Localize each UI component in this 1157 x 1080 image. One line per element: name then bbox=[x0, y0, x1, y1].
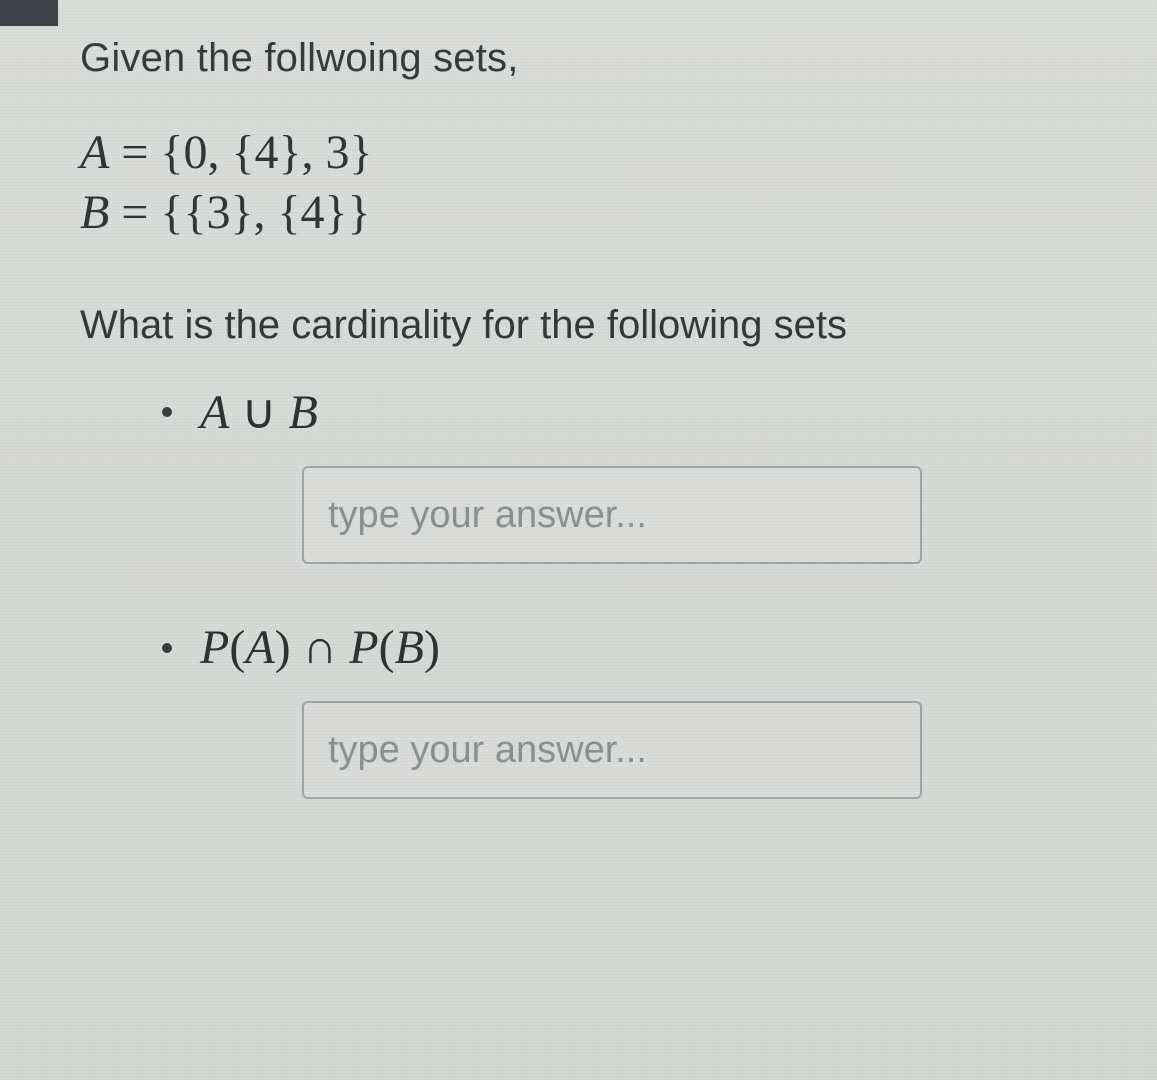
expr-pa-intersect-pb: P(A) ∩ P(B) bbox=[200, 620, 440, 675]
set-b-definition: B = {{3}, {4}} bbox=[80, 183, 1097, 243]
set-a-definition: A = {0, {4}, 3} bbox=[80, 123, 1097, 183]
question-subprompt: What is the cardinality for the followin… bbox=[80, 303, 1097, 348]
question-panel: Given the follwoing sets, A = {0, {4}, 3… bbox=[0, 0, 1157, 1080]
question-items: A ∪ B P(A) ∩ P(B) bbox=[80, 384, 1097, 799]
set-definitions: A = {0, {4}, 3} B = {{3}, {4}} bbox=[80, 123, 1097, 243]
bullet-icon bbox=[162, 643, 172, 653]
expr-a-union-b: A ∪ B bbox=[200, 384, 318, 440]
answer-input-2[interactable] bbox=[302, 701, 922, 799]
question-intro: Given the follwoing sets, bbox=[80, 36, 1097, 81]
answer-input-1[interactable] bbox=[302, 466, 922, 564]
window-corner-fragment bbox=[0, 0, 58, 26]
item-a-union-b: A ∪ B bbox=[162, 384, 1097, 440]
item-powerset-intersection: P(A) ∩ P(B) bbox=[162, 620, 1097, 675]
bullet-icon bbox=[162, 407, 172, 417]
